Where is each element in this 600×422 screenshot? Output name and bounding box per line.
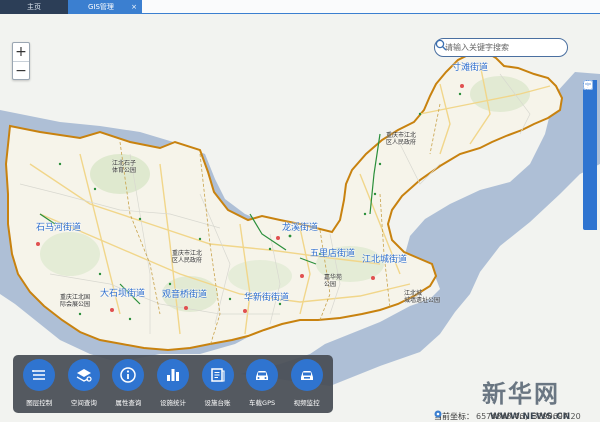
layer-control-button[interactable]: 图层控制	[17, 359, 61, 407]
poi-label: 江北城 城墙遗址公园	[404, 290, 441, 304]
spatial-query-circle	[67, 359, 100, 391]
zoom-in-box-tool-button[interactable]	[583, 80, 596, 162]
layer-control-label: 图层控制	[26, 399, 53, 407]
poi-label: 重庆市江北 区人民政府	[172, 250, 203, 264]
video-monitor-button[interactable]: 视频监控	[285, 359, 329, 407]
tab-gis-management[interactable]: GIS管理 ×	[68, 0, 142, 14]
tab-bar: 主页 GIS管理 ×	[0, 0, 600, 14]
tab-home[interactable]: 主页	[0, 0, 68, 14]
street-label-cuntan: 寸滩街道	[452, 63, 489, 73]
zoom-control: + −	[12, 42, 30, 80]
search-input[interactable]	[445, 43, 553, 52]
info-icon	[120, 367, 137, 383]
video-monitor-label: 视频监控	[293, 399, 320, 407]
green-area	[228, 260, 292, 292]
street-label-longxi: 龙溪街道	[282, 223, 319, 233]
forward-tool-button[interactable]	[583, 80, 596, 146]
facility-ledger-label: 设施台账	[204, 399, 231, 407]
car-icon	[256, 371, 269, 380]
location-icon	[434, 410, 442, 418]
street-label-wulidian: 五里店街道	[310, 249, 356, 259]
zoom-out-box-tool-button[interactable]	[583, 80, 596, 178]
facility-ledger-circle	[201, 359, 234, 391]
search-icon[interactable]	[435, 39, 447, 51]
globe-tool-button[interactable]	[583, 80, 596, 114]
layer-control-circle	[23, 359, 56, 391]
coordinate-readout: 当前坐标： 6574848.46，3290697.20	[434, 410, 581, 422]
layers-icon	[32, 370, 46, 380]
facility-statistics-label: 设施统计	[159, 399, 186, 407]
street-label-jiangbeicheng: 江北城街道	[362, 255, 408, 265]
tab-gis-label: GIS管理	[88, 3, 114, 11]
map-tool-strip	[583, 80, 597, 230]
vehicle-gps-button[interactable]: 车载GPS	[240, 359, 284, 407]
street-label-huaxin: 华新街街道	[244, 293, 290, 303]
spatial-query-label: 空间查询	[70, 399, 97, 407]
attribute-query-label: 属性查询	[115, 399, 142, 407]
attribute-query-circle	[112, 359, 145, 391]
measure-icon	[583, 83, 593, 87]
poi-label: 重庆市江北 区人民政府	[386, 132, 417, 146]
facility-statistics-circle	[156, 359, 189, 391]
video-monitor-circle	[290, 359, 323, 391]
coordinate-value: 6574848.46，3290697.20	[476, 411, 581, 421]
pan-tool-button[interactable]	[584, 81, 596, 194]
search-box	[434, 38, 568, 57]
back-tool-button[interactable]	[583, 80, 596, 130]
poi-label: 嘉华苑 公园	[324, 274, 343, 288]
facility-ledger-button[interactable]: 设施台账	[196, 359, 240, 407]
tab-home-label: 主页	[27, 3, 41, 11]
tab-bar-empty	[142, 0, 600, 14]
street-label-shimahe: 石马河街道	[36, 223, 82, 233]
street-label-guanyinqiao: 观音桥街道	[162, 290, 208, 300]
street-label-dashiba: 大石坝街道	[100, 289, 146, 299]
spatial-query-button[interactable]: 空间查询	[62, 359, 106, 407]
vehicle-gps-label: 车载GPS	[249, 399, 276, 407]
measure-tool-button[interactable]	[583, 83, 596, 226]
zoom-out-button[interactable]: −	[13, 61, 29, 79]
full-extent-tool-button[interactable]	[583, 80, 596, 210]
attribute-query-button[interactable]: 属性查询	[106, 359, 150, 407]
vehicle-gps-circle	[246, 359, 279, 391]
zoom-in-button[interactable]: +	[13, 43, 29, 61]
tab-close-icon[interactable]: ×	[131, 3, 137, 11]
poi-label: 重庆江北国 际会展公园	[60, 294, 91, 308]
poi-label: 江北石子 体育公园	[112, 160, 137, 174]
bar-chart-icon	[166, 369, 179, 381]
green-area	[40, 232, 100, 276]
function-toolbar: 图层控制 空间查询 属性查询 设施统计 设施台账 车载GPS 视频监控	[13, 355, 333, 413]
spatial-query-icon	[76, 369, 92, 382]
ledger-icon	[210, 368, 225, 382]
camera-car-icon	[300, 371, 313, 380]
facility-statistics-button[interactable]: 设施统计	[151, 359, 195, 407]
gis-app: 主页 GIS管理 × 寸滩街道 石马河街道 龙溪街道 五里店街道 江北城街道 大…	[0, 0, 600, 422]
